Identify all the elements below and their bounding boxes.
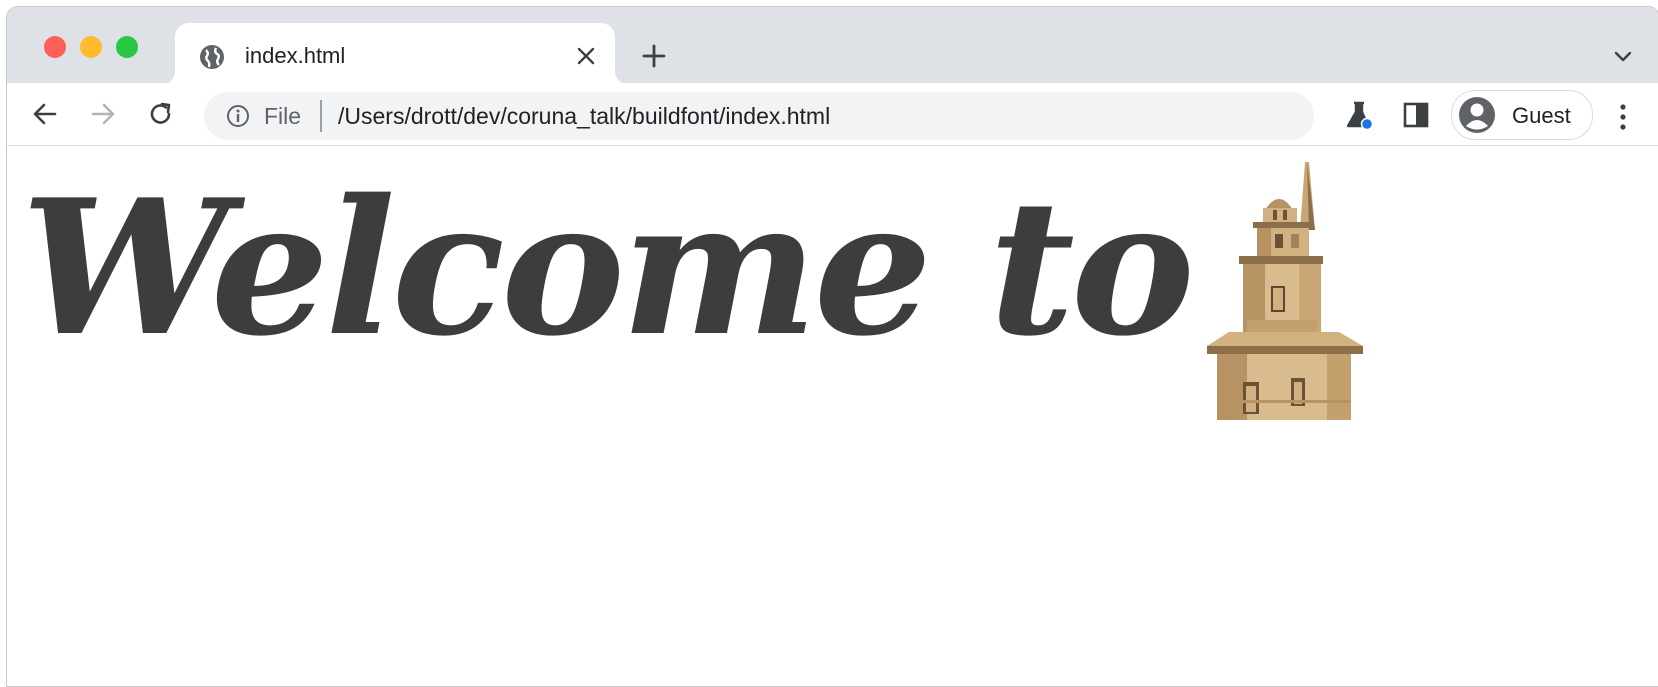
url-text[interactable]: /Users/drott/dev/coruna_talk/buildfont/i… — [338, 103, 830, 130]
new-tab-plus-icon[interactable] — [641, 43, 667, 69]
profile-name: Guest — [1512, 103, 1571, 128]
close-icon[interactable] — [575, 45, 597, 67]
side-panel-icon[interactable] — [1403, 102, 1429, 128]
tab-title: index.html — [245, 43, 346, 68]
flask-labs-icon[interactable] — [1345, 100, 1373, 130]
info-icon[interactable] — [226, 104, 250, 128]
back-arrow-icon[interactable] — [31, 100, 59, 128]
page-content: Welcome to — [7, 146, 1658, 686]
globe-icon — [200, 45, 224, 69]
chevron-down-icon[interactable] — [1613, 49, 1633, 63]
avatar-icon — [1459, 97, 1495, 133]
window-minimize-button[interactable] — [80, 36, 102, 58]
browser-window: index.html File /Users/drott/dev/coruna_… — [6, 6, 1658, 687]
reload-icon[interactable] — [147, 100, 175, 128]
window-zoom-button[interactable] — [116, 36, 138, 58]
url-scheme-label: File — [264, 103, 302, 129]
page-headline: Welcome to — [21, 158, 1195, 377]
tab-index-html[interactable]: index.html — [175, 23, 615, 85]
url-divider — [320, 100, 322, 132]
more-menu-icon[interactable] — [1617, 103, 1629, 131]
address-bar[interactable]: File /Users/drott/dev/coruna_talk/buildf… — [204, 92, 1314, 140]
browser-toolbar: File /Users/drott/dev/coruna_talk/buildf… — [7, 83, 1658, 146]
profile-button[interactable]: Guest — [1451, 90, 1593, 140]
window-close-button[interactable] — [44, 36, 66, 58]
forward-arrow-icon[interactable] — [89, 100, 117, 128]
tab-strip: index.html — [7, 7, 1658, 85]
lighthouse-tower-image — [1207, 162, 1363, 420]
